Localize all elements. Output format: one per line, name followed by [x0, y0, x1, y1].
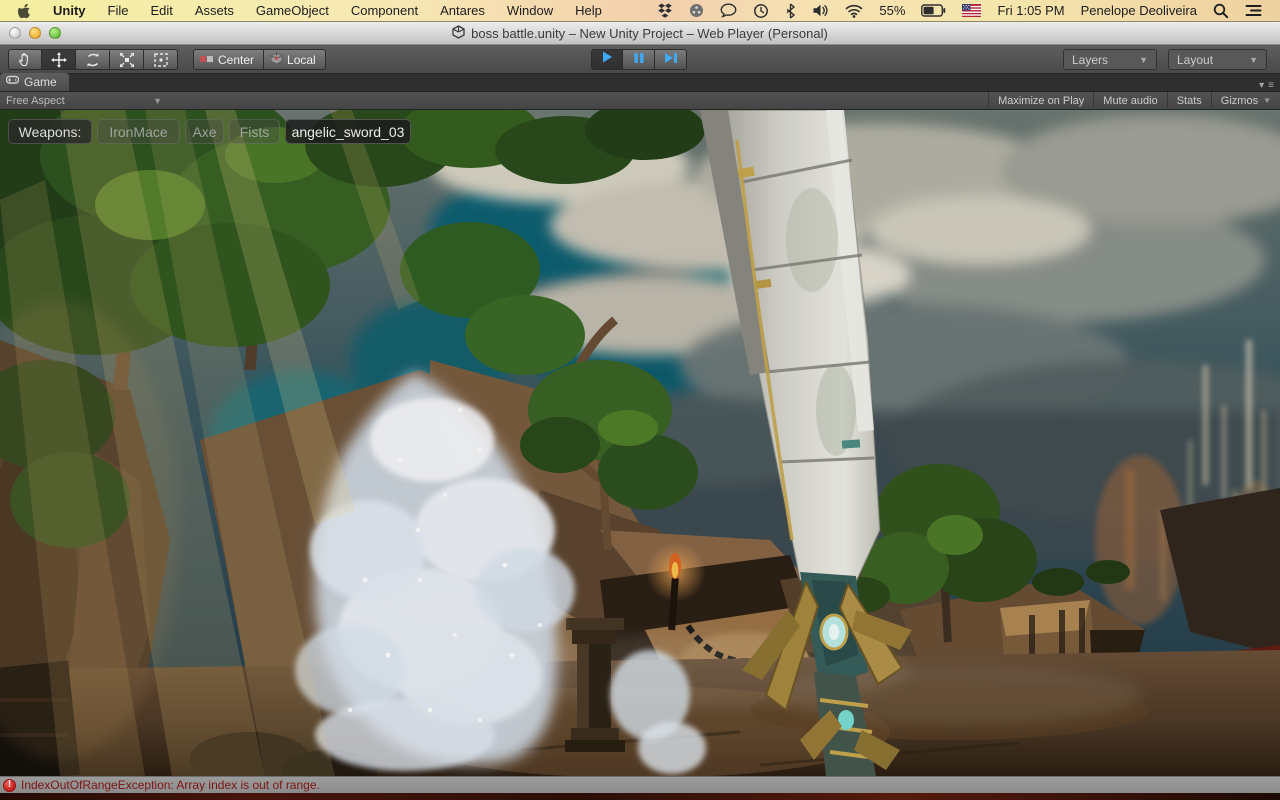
wifi-icon[interactable] [837, 0, 871, 22]
play-icon [600, 50, 614, 69]
local-cube-icon [270, 52, 283, 68]
chat-bubble-icon[interactable] [712, 0, 745, 22]
window-title-bar[interactable]: boss battle.unity – New Unity Project – … [0, 22, 1280, 45]
us-flag-icon[interactable] [954, 0, 989, 22]
spotlight-search-icon[interactable] [1205, 0, 1237, 22]
layout-label: Layout [1177, 53, 1213, 67]
notification-center-icon[interactable] [1237, 0, 1270, 22]
error-message: IndexOutOfRangeException: Array index is… [21, 778, 320, 792]
pause-button[interactable] [623, 49, 655, 70]
vignette [0, 110, 1280, 776]
gizmos-dropdown[interactable]: Gizmos ▼ [1211, 92, 1280, 110]
menu-unity[interactable]: Unity [42, 0, 97, 22]
disc-icon[interactable] [681, 0, 712, 22]
chevron-down-icon: ▼ [1249, 55, 1258, 65]
gamepad-icon [6, 75, 19, 89]
game-scene [0, 110, 1280, 776]
pivot-label: Center [218, 53, 254, 67]
space-label: Local [287, 53, 316, 67]
user-menu[interactable]: Penelope Deoliveira [1073, 0, 1205, 22]
scale-tool-button[interactable] [110, 49, 144, 70]
aspect-dropdown[interactable]: Free Aspect ▼ [0, 92, 168, 110]
hand-tool-button[interactable] [8, 49, 42, 70]
unity-cube-icon [452, 25, 465, 42]
layers-label: Layers [1072, 53, 1108, 67]
menu-clock[interactable]: Fri 1:05 PM [989, 0, 1072, 22]
battery-percent[interactable]: 55% [871, 0, 913, 22]
menu-assets[interactable]: Assets [184, 0, 245, 22]
game-view: Weapons: IronMace Axe Fists angelic_swor… [0, 110, 1280, 776]
chevron-down-icon: ▼ [1263, 96, 1271, 105]
game-tab-bar: Game ▾ ≡ [0, 74, 1280, 92]
zoom-button[interactable] [49, 27, 61, 39]
unity-toolbar: Center Local Layers ▼ Layout ▼ [0, 45, 1280, 74]
scale-icon [119, 52, 135, 68]
layers-dropdown[interactable]: Layers ▼ [1063, 49, 1157, 70]
space-local-button[interactable]: Local [264, 49, 326, 70]
weapon-button-axe[interactable]: Axe [185, 119, 224, 144]
pivot-center-button[interactable]: Center [193, 49, 264, 70]
weapon-button-angelic-sword[interactable]: angelic_sword_03 [285, 119, 411, 144]
menu-antares[interactable]: Antares [429, 0, 496, 22]
rect-transform-icon [153, 52, 169, 68]
rotate-icon [85, 52, 101, 68]
aspect-label: Free Aspect [6, 95, 65, 107]
hand-icon [18, 52, 33, 67]
panel-dropdown-icon[interactable]: ▾ [1259, 80, 1264, 91]
tab-game-label: Game [24, 75, 57, 89]
maximize-on-play-button[interactable]: Maximize on Play [988, 92, 1093, 110]
gizmos-label: Gizmos [1221, 95, 1258, 107]
panel-menu-icon[interactable]: ≡ [1268, 80, 1274, 91]
stats-button[interactable]: Stats [1167, 92, 1211, 110]
weapons-label: Weapons: [8, 119, 92, 144]
volume-icon[interactable] [804, 0, 837, 22]
menu-window[interactable]: Window [496, 0, 564, 22]
menu-help[interactable]: Help [564, 0, 613, 22]
step-button[interactable] [655, 49, 687, 70]
close-button[interactable] [9, 27, 21, 39]
menu-edit[interactable]: Edit [139, 0, 183, 22]
menu-component[interactable]: Component [340, 0, 429, 22]
battery-icon[interactable] [913, 0, 954, 22]
layout-dropdown[interactable]: Layout ▼ [1168, 49, 1267, 70]
menu-gameobject[interactable]: GameObject [245, 0, 340, 22]
rotate-tool-button[interactable] [76, 49, 110, 70]
pivot-icon [200, 53, 214, 67]
window-title: boss battle.unity – New Unity Project – … [471, 26, 828, 41]
game-control-strip: Free Aspect ▼ Maximize on Play Mute audi… [0, 92, 1280, 110]
error-icon: ! [3, 779, 16, 792]
step-icon [664, 51, 678, 69]
console-status-bar[interactable]: ! IndexOutOfRangeException: Array index … [0, 776, 1280, 793]
chevron-down-icon: ▼ [153, 96, 162, 106]
rect-tool-button[interactable] [144, 49, 178, 70]
mute-audio-button[interactable]: Mute audio [1093, 92, 1166, 110]
chevron-down-icon: ▼ [1139, 55, 1148, 65]
tab-game[interactable]: Game [0, 73, 69, 91]
minimize-button[interactable] [29, 27, 41, 39]
macos-menu-bar: Unity File Edit Assets GameObject Compon… [0, 0, 1280, 22]
move-icon [51, 52, 67, 68]
move-tool-button[interactable] [42, 49, 76, 70]
weapon-button-ironmace[interactable]: IronMace [97, 119, 180, 144]
dropbox-icon[interactable] [649, 0, 681, 22]
bluetooth-icon[interactable] [777, 0, 804, 22]
weapon-button-fists[interactable]: Fists [229, 119, 280, 144]
time-machine-icon[interactable] [745, 0, 777, 22]
menu-file[interactable]: File [97, 0, 140, 22]
pause-icon [633, 51, 645, 69]
desktop-wallpaper [0, 793, 1280, 800]
weapons-hud: Weapons: IronMace Axe Fists angelic_swor… [8, 119, 411, 144]
apple-menu-icon[interactable] [12, 3, 42, 19]
play-button[interactable] [591, 49, 623, 70]
